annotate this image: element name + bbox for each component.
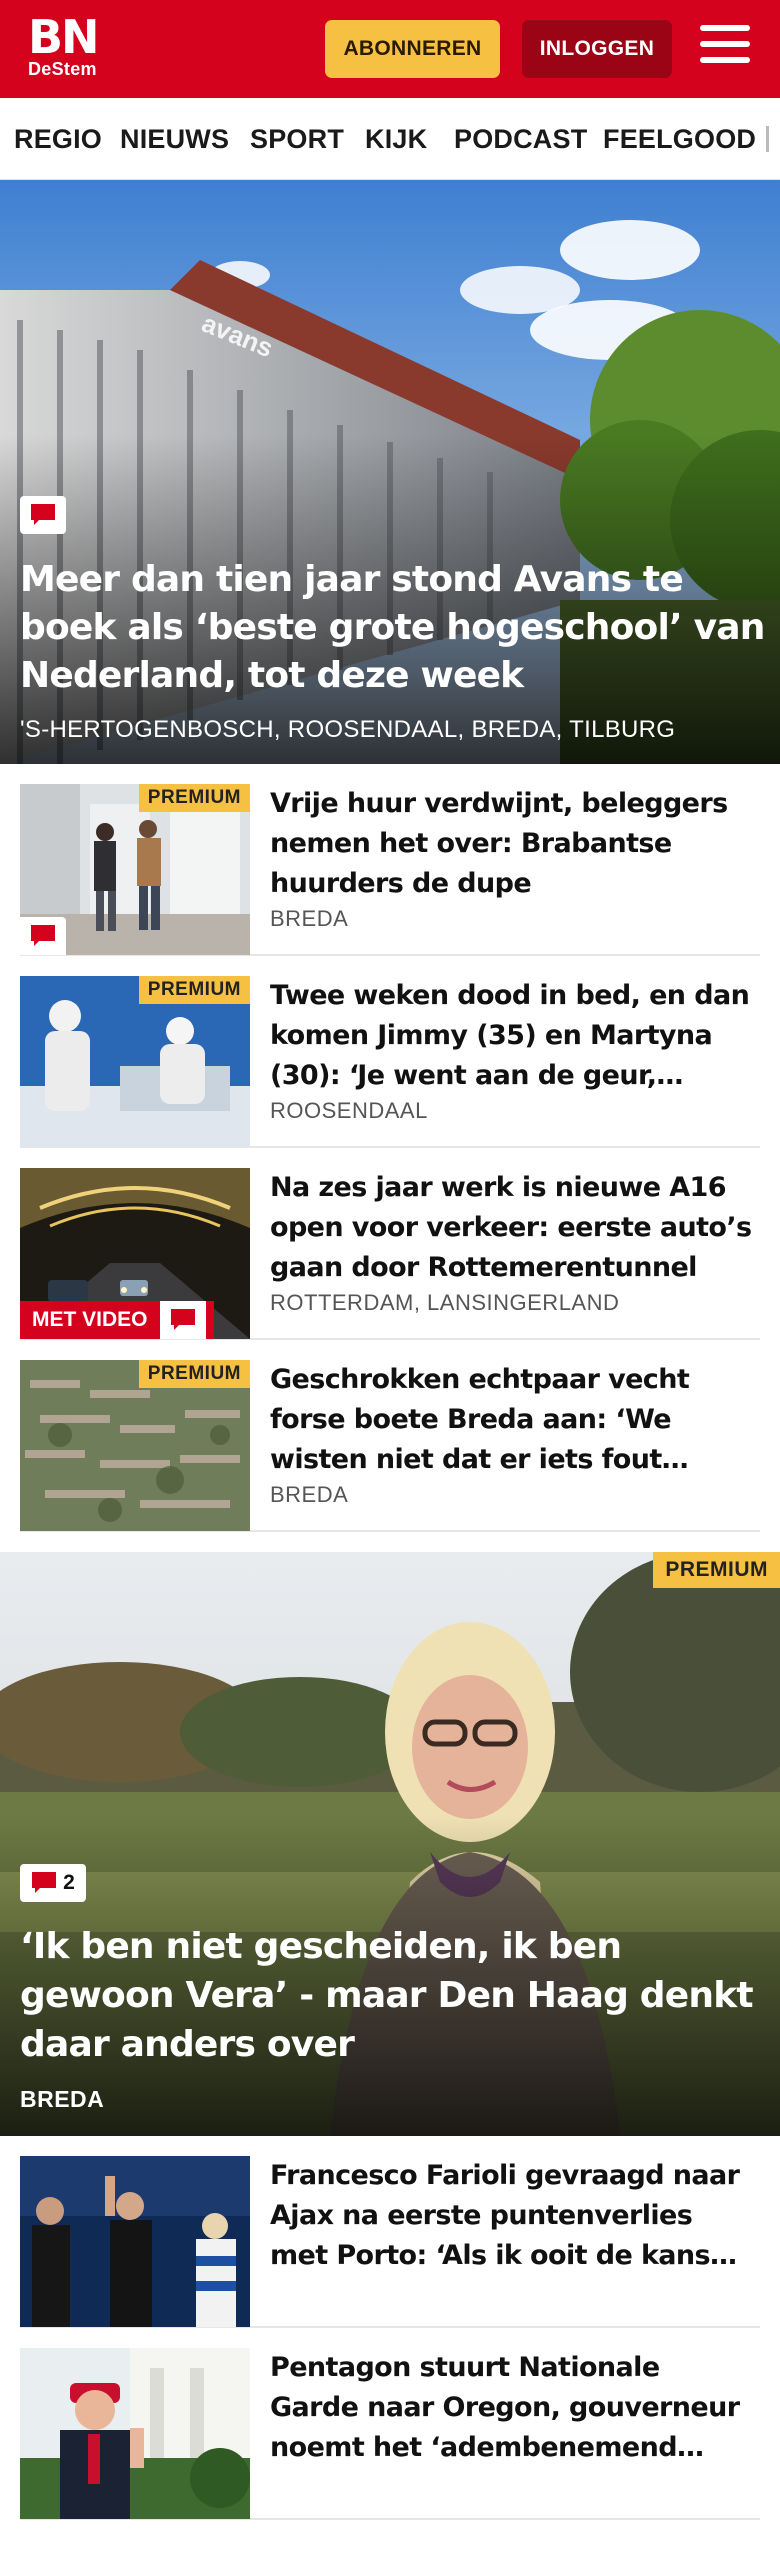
subscribe-button[interactable]: ABONNEREN <box>325 20 500 78</box>
nav-item-kijk[interactable]: KIJK <box>365 124 427 155</box>
nav-item-feelgood[interactable]: FEELGOOD <box>603 124 756 155</box>
article-thumbnail: MET VIDEO <box>20 1168 250 1339</box>
feature-title[interactable]: ‘Ik ben niet gescheiden, ik ben gewoon V… <box>20 1922 765 2069</box>
comment-badge: 2 <box>20 1864 86 1902</box>
article-location: BREDA <box>270 1482 349 1507</box>
article-thumbnail: PREMIUM <box>20 976 250 1147</box>
section-nav: REGIO NIEUWS SPORT KIJK PODCAST FEELGOOD <box>0 98 780 180</box>
list-item[interactable]: Pentagon stuurt Nationale Garde naar Ore… <box>20 2328 760 2520</box>
list-item[interactable]: PREMIUM Vrije huur verdwijnt, beleggers … <box>20 764 760 956</box>
hero-article[interactable]: avans Meer dan tien jaar stond Avans te … <box>0 180 780 764</box>
article-title[interactable]: Geschrokken echtpaar vecht forse boete B… <box>270 1360 755 1480</box>
nav-item-regio[interactable]: REGIO <box>14 124 102 155</box>
article-title[interactable]: Na zes jaar werk is nieuwe A16 open voor… <box>270 1168 755 1288</box>
comment-badge <box>160 1301 206 1339</box>
hero-title[interactable]: Meer dan tien jaar stond Avans te boek a… <box>20 556 765 700</box>
list-item[interactable]: PREMIUM Geschrokken echtpaar vecht forse… <box>20 1340 760 1532</box>
article-title[interactable]: Vrije huur verdwijnt, beleggers nemen he… <box>270 784 755 904</box>
comment-badge <box>20 917 66 955</box>
article-location: BREDA <box>270 906 349 931</box>
article-title[interactable]: Twee weken dood in bed, en dan komen Jim… <box>270 976 755 1096</box>
comment-icon <box>31 925 55 946</box>
premium-badge: PREMIUM <box>138 976 250 1004</box>
article-thumbnail <box>20 2348 250 2519</box>
site-logo[interactable]: BN DeStem <box>28 10 100 79</box>
premium-badge: PREMIUM <box>653 1552 780 1588</box>
list-item[interactable]: PREMIUM Twee weken dood in bed, en dan k… <box>20 956 760 1148</box>
article-location: ROOSENDAAL <box>270 1098 428 1123</box>
comment-icon <box>171 1309 195 1330</box>
article-thumbnail: PREMIUM <box>20 784 250 955</box>
video-label: MET VIDEO <box>32 1308 148 1331</box>
list-item[interactable]: MET VIDEO Na zes jaar werk is nieuwe A16… <box>20 1148 760 1340</box>
list-item[interactable]: Francesco Farioli gevraagd naar Ajax na … <box>20 2136 760 2328</box>
logo-sub-text: DeStem <box>28 59 97 79</box>
feature-location: BREDA <box>20 2086 105 2112</box>
premium-badge: PREMIUM <box>138 1360 250 1388</box>
top-header: BN DeStem ABONNEREN INLOGGEN <box>0 0 780 98</box>
logo-main-text: BN <box>28 10 100 64</box>
comment-count: 2 <box>63 1871 75 1894</box>
nav-item-sport[interactable]: SPORT <box>250 124 344 155</box>
feature-article[interactable]: PREMIUM 2 ‘Ik ben niet gescheiden, ik be… <box>0 1552 780 2136</box>
nav-item-nieuws[interactable]: NIEUWS <box>120 124 229 155</box>
comment-badge <box>20 496 66 534</box>
premium-badge: PREMIUM <box>138 784 250 812</box>
hamburger-icon[interactable] <box>700 25 750 71</box>
article-thumbnail <box>20 2156 250 2327</box>
comment-icon <box>31 504 55 525</box>
hero-location: 'S-HERTOGENBOSCH, ROOSENDAAL, BREDA, TIL… <box>20 716 676 743</box>
login-button[interactable]: INLOGGEN <box>522 20 672 78</box>
article-title[interactable]: Pentagon stuurt Nationale Garde naar Ore… <box>270 2348 755 2468</box>
article-thumbnail: PREMIUM <box>20 1360 250 1531</box>
nav-overflow-divider <box>766 126 769 152</box>
comment-icon <box>32 1872 57 1893</box>
article-location: ROTTERDAM, LANSINGERLAND <box>270 1290 620 1315</box>
article-title[interactable]: Francesco Farioli gevraagd naar Ajax na … <box>270 2156 755 2276</box>
nav-item-podcast[interactable]: PODCAST <box>454 124 587 155</box>
